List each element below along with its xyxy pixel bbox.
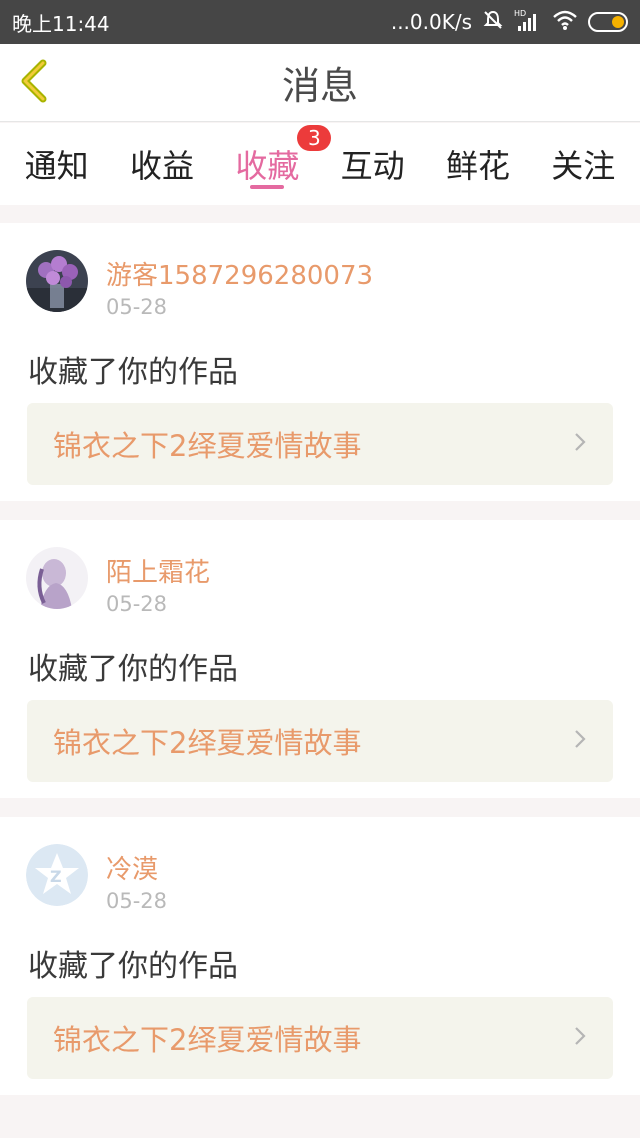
mute-icon xyxy=(482,9,504,36)
chevron-left-icon xyxy=(19,59,49,107)
svg-text:Z: Z xyxy=(50,867,62,886)
message-card: 游客1587296280073 05-28 收藏了你的作品 锦衣之下2绎夏爱情故… xyxy=(0,223,640,501)
unread-badge: 3 xyxy=(297,125,332,151)
active-tab-indicator xyxy=(250,185,285,189)
work-title: 锦衣之下2绎夏爱情故事 xyxy=(53,1023,362,1057)
tab-label: 通知 xyxy=(24,147,89,185)
message-card: 陌上霜花 05-28 收藏了你的作品 锦衣之下2绎夏爱情故事 xyxy=(0,520,640,798)
username[interactable]: 游客1587296280073 xyxy=(106,255,373,292)
tab-notifications[interactable]: 通知 xyxy=(23,123,91,205)
work-link[interactable]: 锦衣之下2绎夏爱情故事 xyxy=(27,403,613,485)
back-button[interactable] xyxy=(14,59,54,107)
tab-label: 互动 xyxy=(340,147,405,185)
status-bar: 晚上11:44 ...0.0K/s HD xyxy=(0,0,640,44)
work-title: 锦衣之下2绎夏爱情故事 xyxy=(53,726,362,760)
tab-label: 鲜花 xyxy=(445,147,510,185)
tab-earnings[interactable]: 收益 xyxy=(128,123,196,205)
tab-interactions[interactable]: 互动 xyxy=(339,123,407,205)
message-date: 05-28 xyxy=(106,889,168,913)
username[interactable]: 冷漠 xyxy=(106,849,158,886)
message-date: 05-28 xyxy=(106,592,168,616)
chevron-right-icon xyxy=(573,728,587,754)
tab-label: 收藏 xyxy=(235,147,300,185)
page-title: 消息 xyxy=(281,64,358,108)
status-icons: ...0.0K/s HD xyxy=(391,8,628,37)
message-card: Z 冷漠 05-28 收藏了你的作品 锦衣之下2绎夏爱情故事 xyxy=(0,817,640,1095)
roses-avatar[interactable] xyxy=(26,250,88,312)
girl-avatar[interactable] xyxy=(26,547,88,609)
action-text: 收藏了你的作品 xyxy=(28,355,238,390)
chevron-right-icon xyxy=(573,1025,587,1051)
tab-flowers[interactable]: 鲜花 xyxy=(444,123,512,205)
action-text: 收藏了你的作品 xyxy=(28,949,238,984)
username[interactable]: 陌上霜花 xyxy=(106,552,210,589)
tab-bar: 通知 收益 收藏 3 互动 鲜花 关注 xyxy=(0,123,640,205)
signal-icon: HD xyxy=(514,8,542,37)
hd-label: HD xyxy=(514,9,526,18)
work-title: 锦衣之下2绎夏爱情故事 xyxy=(53,429,362,463)
battery-icon xyxy=(588,12,628,32)
status-time: 晚上11:44 xyxy=(12,11,110,36)
network-speed: ...0.0K/s xyxy=(390,10,472,34)
tab-label: 关注 xyxy=(551,147,616,185)
work-link[interactable]: 锦衣之下2绎夏爱情故事 xyxy=(27,700,613,782)
tab-label: 收益 xyxy=(129,147,194,185)
action-text: 收藏了你的作品 xyxy=(28,652,238,687)
qq-star-avatar[interactable]: Z xyxy=(26,844,88,906)
tab-favorites[interactable]: 收藏 3 xyxy=(233,123,332,205)
message-date: 05-28 xyxy=(106,295,168,319)
header: 消息 xyxy=(0,44,640,122)
tab-following[interactable]: 关注 xyxy=(549,123,617,205)
chevron-right-icon xyxy=(573,431,587,457)
wifi-icon xyxy=(552,9,578,36)
work-link[interactable]: 锦衣之下2绎夏爱情故事 xyxy=(27,997,613,1079)
